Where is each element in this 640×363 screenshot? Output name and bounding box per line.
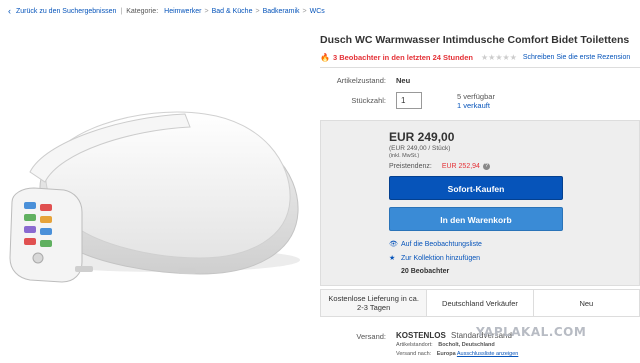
ships-to: Versand nach: Europa Ausschlussliste anz… <box>396 351 518 357</box>
help-icon[interactable]: ? <box>482 163 490 170</box>
divider <box>320 67 640 68</box>
watcher-count: 20 Beobachter <box>401 268 450 275</box>
quantity-input[interactable] <box>396 92 422 109</box>
availability: 5 verfügbar 1 verkauft <box>457 92 495 110</box>
breadcrumb-item-badkeramik[interactable]: Badkeramik <box>263 8 300 15</box>
quantity-label: Stückzahl: <box>351 96 386 105</box>
vat-note: (inkl. MwSt.) <box>389 153 420 159</box>
bidet-seat-image <box>9 111 300 283</box>
rating-stars-icon: ★★★★★ <box>481 52 517 62</box>
add-to-collection-link[interactable]: ★ Zur Kollektion hinzufügen <box>389 254 480 263</box>
breadcrumb: ‹ Zurück zu den Suchergebnissen | Katego… <box>8 6 325 16</box>
item-location: Artikelstandort: Bocholt, Deutschland <box>396 342 495 348</box>
watchers-row: 🔥 3 Beobachter in den letzten 24 Stunden… <box>320 51 640 63</box>
add-to-cart-button[interactable]: In den Warenkorb <box>389 207 563 231</box>
watermark-logo: YAPLAKAL.COM <box>476 325 587 339</box>
price-trend-label: Preistendenz: <box>389 163 432 170</box>
watchers-text: 3 Beobachter in den letzten 24 Stunden <box>332 52 473 62</box>
ships-to-value: Europa <box>436 351 456 357</box>
feature-strip: Kostenlose Lieferung in ca. 2-3 Tagen De… <box>320 289 640 317</box>
ships-to-label: Versand nach: <box>396 351 432 357</box>
back-to-results-link[interactable]: Zurück zu den Suchergebnissen <box>16 8 116 15</box>
feature-free-delivery: Kostenlose Lieferung in ca. 2-3 Tagen <box>321 290 428 316</box>
star-icon: ★ <box>389 255 396 262</box>
item-title: Dusch WC Warmwasser Intimdusche Comfort … <box>320 34 630 46</box>
item-location-value: Bocholt, Deutschland <box>438 342 495 348</box>
price-trend-value: EUR 252,94 <box>441 163 480 170</box>
unit-price: (EUR 249,00 / Stück) <box>389 145 451 152</box>
feature-seller-location: Deutschland Verkäufer <box>427 290 534 316</box>
item-location-label: Artikelstandort: <box>396 342 433 348</box>
eye-icon: 👁 <box>389 241 398 248</box>
buy-now-button[interactable]: Sofort-Kaufen <box>389 176 563 200</box>
shipping-cost: KOSTENLOS <box>396 331 446 340</box>
feature-condition: Neu <box>579 298 594 308</box>
breadcrumb-item-wcs[interactable]: WCs <box>310 8 325 15</box>
breadcrumb-item-bad-kueche[interactable]: Bad & Küche <box>212 8 253 15</box>
watchlist-label: Auf die Beobachtungsliste <box>401 240 482 248</box>
price-trend-row: Preistendenz: EUR 252,94 ? <box>389 163 490 170</box>
exclusions-link[interactable]: Ausschlussliste anzeigen <box>457 351 518 357</box>
breadcrumb-category-label: Kategorie: <box>126 7 159 15</box>
chevron-left-icon[interactable]: ‹ <box>8 6 11 16</box>
sold-count-link[interactable]: 1 verkauft <box>457 101 495 110</box>
condition-label: Artikelzustand: <box>336 76 386 85</box>
breadcrumb-separator: | <box>120 7 123 15</box>
condition-value: Neu <box>396 76 411 85</box>
breadcrumb-item-heimwerker[interactable]: Heimwerker <box>164 8 201 15</box>
product-image[interactable] <box>0 22 315 363</box>
write-review-link[interactable]: Schreiben Sie die erste Rezension <box>523 54 630 61</box>
available-count: 5 verfügbar <box>457 92 495 101</box>
flame-icon: 🔥 <box>320 52 330 62</box>
collection-label: Zur Kollektion hinzufügen <box>401 254 480 262</box>
shipping-label: Versand: <box>356 332 386 341</box>
add-to-watchlist-link[interactable]: 👁 Auf die Beobachtungsliste <box>389 240 482 249</box>
buy-box <box>320 120 640 286</box>
item-price: EUR 249,00 <box>389 130 455 144</box>
